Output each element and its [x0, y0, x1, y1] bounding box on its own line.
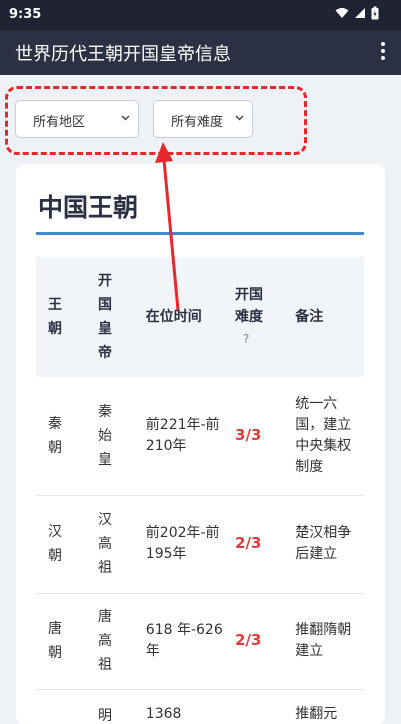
cell-note: 推翻隋朝建立 [289, 593, 364, 689]
cell-reign: 前221年-前210年 [140, 377, 229, 495]
cell-reign: 618 年-626年 [140, 593, 229, 689]
status-time: 9:35 [9, 7, 41, 22]
cell-dynasty: 秦朝 [48, 412, 64, 460]
app-bar: 世界历代王朝开国皇帝信息 [0, 30, 401, 75]
table-row: 唐朝 唐高祖 618 年-626年 2/3 推翻隋朝建立 [36, 593, 364, 689]
table-header-row: 王朝 开国皇帝 在位时间 开国难度 ? 备注 [36, 257, 364, 377]
cell-reign: 前202年-前195年 [140, 495, 229, 593]
status-icons [335, 6, 379, 20]
dynasty-card: 中国王朝 王朝 开国皇帝 在位时间 开国难度 ? 备注 秦朝 秦始皇 前221年… [16, 164, 385, 724]
title-underline [36, 232, 364, 235]
battery-icon [371, 6, 379, 20]
cell-emperor: 秦始皇 [98, 400, 114, 472]
cell-difficulty: 3/3 [235, 426, 261, 444]
cell-emperor: 明 [98, 704, 114, 724]
table-row: 明 1368 推翻元 [36, 689, 364, 724]
cell-note: 推翻元 [289, 689, 364, 724]
card-title: 中国王朝 [38, 188, 138, 224]
cell-emperor: 唐高祖 [98, 605, 114, 677]
header-emperor: 开国皇帝 [92, 257, 140, 377]
table-row: 秦朝 秦始皇 前221年-前210年 3/3 统一六国，建立中央集权制度 [36, 377, 364, 495]
cell-dynasty: 唐朝 [48, 617, 64, 665]
annotation-highlight-box [5, 86, 307, 155]
header-dynasty: 王朝 [36, 257, 92, 377]
cell-note: 统一六国，建立中央集权制度 [289, 377, 364, 495]
help-icon[interactable]: ? [235, 328, 283, 350]
dynasty-table: 王朝 开国皇帝 在位时间 开国难度 ? 备注 秦朝 秦始皇 前221年-前210… [36, 257, 364, 724]
header-reign: 在位时间 [140, 257, 229, 377]
signal-icon [354, 7, 366, 19]
header-note: 备注 [289, 257, 364, 377]
cell-note: 楚汉相争后建立 [289, 495, 364, 593]
table-row: 汉朝 汉高祖 前202年-前195年 2/3 楚汉相争后建立 [36, 495, 364, 593]
header-difficulty: 开国难度 ? [229, 257, 289, 377]
cell-reign: 1368 [140, 689, 229, 724]
cell-emperor: 汉高祖 [98, 508, 114, 580]
more-options-icon[interactable] [379, 41, 387, 61]
cell-dynasty: 汉朝 [48, 520, 64, 568]
cell-difficulty: 2/3 [235, 534, 261, 552]
cell-difficulty: 2/3 [235, 631, 261, 649]
status-bar: 9:35 [0, 0, 401, 30]
app-title: 世界历代王朝开国皇帝信息 [15, 40, 231, 66]
wifi-icon [335, 7, 349, 19]
